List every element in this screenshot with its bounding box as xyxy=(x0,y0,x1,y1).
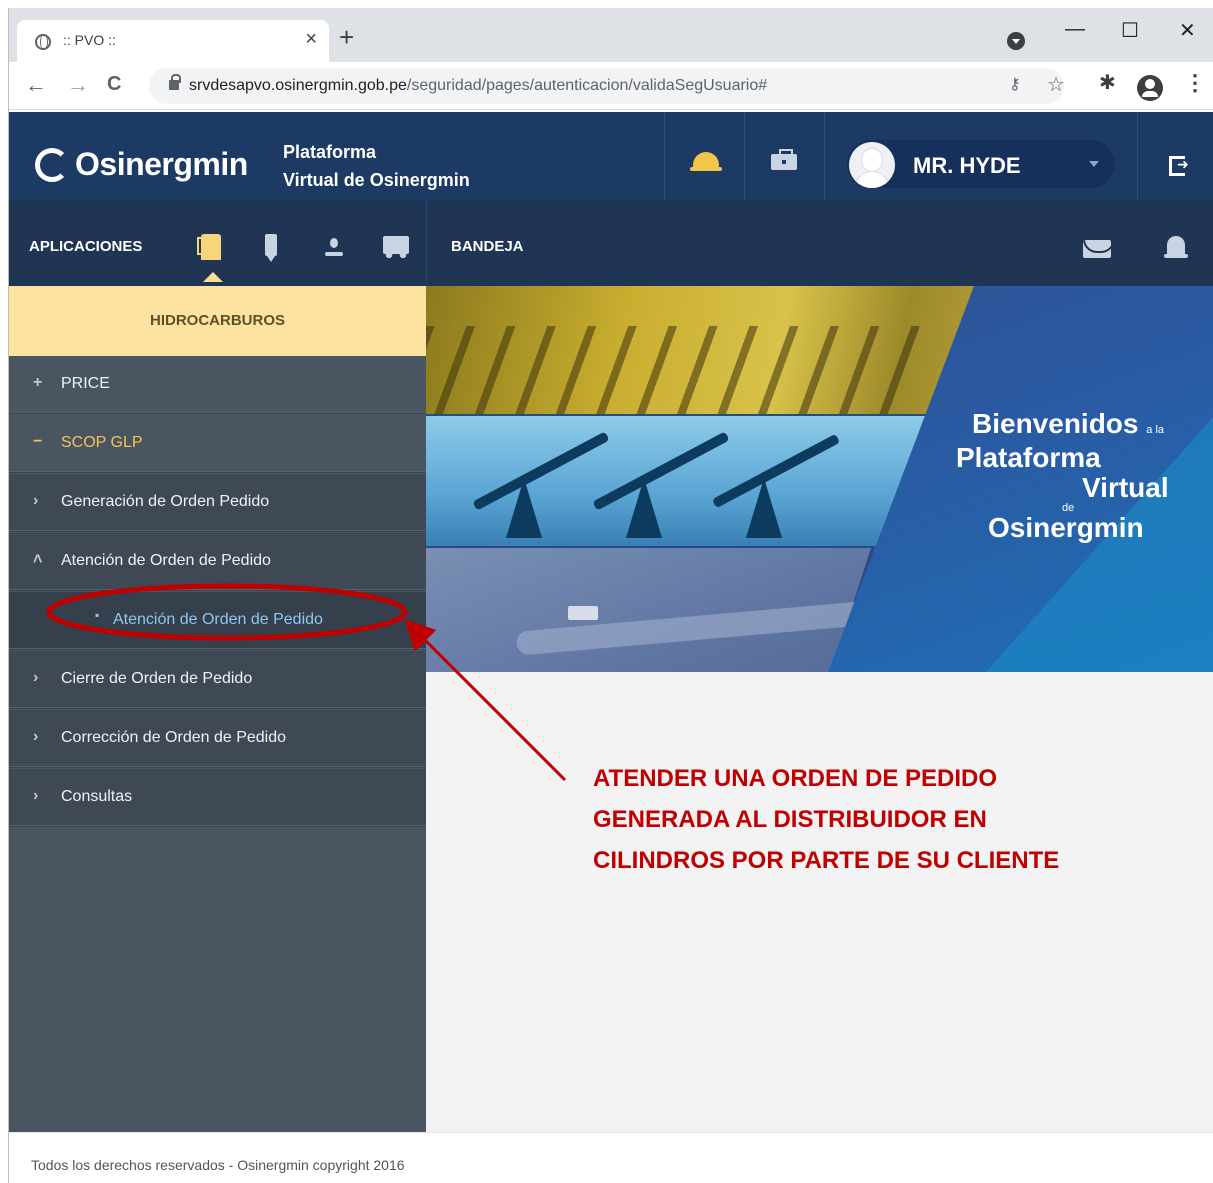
sidebar-item-consultas[interactable]: › Consultas xyxy=(9,769,426,827)
mail-icon[interactable] xyxy=(1083,240,1111,258)
caret-down-icon xyxy=(1089,161,1099,167)
browser-tab[interactable]: :: PVO :: × xyxy=(17,20,329,62)
url-path: /seguridad/pages/autenticacion/validaSeg… xyxy=(406,77,768,94)
gas-drop-icon[interactable] xyxy=(325,238,343,256)
annotation-line3: CILINDROS POR PARTE DE SU CLIENTE xyxy=(593,847,1060,874)
dam-spillway-image xyxy=(426,326,926,414)
platform-title-line1: Plataforma xyxy=(283,142,377,162)
welcome-small: a la xyxy=(1146,424,1165,436)
tab-close-icon[interactable]: × xyxy=(305,28,317,51)
tab-title: :: PVO :: xyxy=(63,32,116,48)
sidebar-item-label: Atención de Orden de Pedido xyxy=(61,552,271,569)
sidebar-subitem-atencion-orden[interactable]: ▪ Atención de Orden de Pedido xyxy=(9,592,426,650)
platform-title: Plataforma Virtual de Osinergmin xyxy=(283,138,470,194)
chevron-up-icon: ˄ xyxy=(33,551,43,568)
maximize-button[interactable]: ☐ xyxy=(1121,18,1139,43)
osinergmin-logo-icon xyxy=(35,148,69,182)
annotation-line1: ATENDER UNA ORDEN DE PEDIDO xyxy=(593,765,998,792)
tab-search-icon[interactable] xyxy=(1007,32,1025,50)
sidebar-item-label: Consultas xyxy=(61,788,133,805)
chevron-right-icon: › xyxy=(33,787,39,804)
welcome-banner: Bienvenidos a la Plataforma Virtual de O… xyxy=(426,286,1213,672)
electricity-icon[interactable] xyxy=(265,234,277,262)
sidebar: HIDROCARBUROS + PRICE − SCOP GLP › Gener… xyxy=(9,286,426,1132)
sidebar-item-label: PRICE xyxy=(61,375,110,392)
sidebar-item-price[interactable]: + PRICE xyxy=(9,356,426,414)
sidebar-item-label: Atención de Orden de Pedido xyxy=(113,611,323,628)
sidebar-item-generacion-orden[interactable]: › Generación de Orden Pedido xyxy=(9,474,426,532)
annotation-line2: GENERADA AL DISTRIBUIDOR EN xyxy=(593,806,987,833)
address-bar[interactable]: srvdesapvo.osinergmin.gob.pe/seguridad/p… xyxy=(149,68,1065,104)
chevron-right-icon: › xyxy=(33,669,39,686)
logo-text[interactable]: Osinergmin xyxy=(75,146,248,183)
bell-icon[interactable] xyxy=(1164,236,1188,258)
url-text[interactable]: srvdesapvo.osinergmin.gob.pe/seguridad/p… xyxy=(189,77,767,95)
sidebar-section-title: HIDROCARBUROS xyxy=(150,312,285,329)
key-icon[interactable]: ⚷ xyxy=(1009,74,1021,94)
logout-icon[interactable] xyxy=(1169,156,1189,176)
chevron-right-icon: › xyxy=(33,492,39,509)
bullet-icon: ▪ xyxy=(95,608,100,622)
app-header: Osinergmin Plataforma Virtual de Osinerg… xyxy=(9,112,1213,200)
sidebar-item-scop-glp[interactable]: − SCOP GLP xyxy=(9,415,426,473)
welcome-word: Bienvenidos xyxy=(972,408,1139,439)
header-divider xyxy=(664,112,665,200)
header-divider xyxy=(824,112,825,200)
welcome-line3: Virtual xyxy=(1082,472,1169,503)
welcome-line4: Osinergmin xyxy=(988,512,1144,543)
minus-icon: − xyxy=(33,433,43,450)
nav-divider xyxy=(426,200,427,286)
url-host: srvdesapvo.osinergmin.gob.pe xyxy=(189,77,407,94)
bookmark-star-icon[interactable]: ☆ xyxy=(1047,72,1065,97)
tab-strip: :: PVO :: × + — ☐ ✕ xyxy=(9,8,1213,62)
header-divider xyxy=(744,112,745,200)
platform-title-line2: Virtual de Osinergmin xyxy=(283,170,470,190)
sidebar-item-cierre-orden[interactable]: › Cierre de Orden de Pedido xyxy=(9,651,426,709)
forward-button[interactable]: → xyxy=(67,72,89,98)
applications-label: APLICACIONES xyxy=(29,238,143,255)
chevron-right-icon: › xyxy=(33,728,39,745)
user-menu[interactable]: MR. HYDE xyxy=(847,140,1115,188)
main-content: Bienvenidos a la Plataforma Virtual de O… xyxy=(426,286,1213,1132)
inbox-label[interactable]: BANDEJA xyxy=(451,238,524,255)
window-close-button[interactable]: ✕ xyxy=(1179,18,1196,43)
sidebar-item-label: Generación de Orden Pedido xyxy=(61,493,270,510)
plus-icon: + xyxy=(33,374,43,391)
page-footer: Todos los derechos reservados - Osinergm… xyxy=(9,1132,1213,1183)
extensions-icon[interactable]: ✱ xyxy=(1099,70,1116,95)
header-divider xyxy=(1137,112,1138,200)
sidebar-section-header: HIDROCARBUROS xyxy=(9,286,426,356)
user-avatar xyxy=(849,142,895,188)
sidebar-item-label: SCOP GLP xyxy=(61,434,143,451)
lock-icon[interactable] xyxy=(169,74,181,90)
user-name: MR. HYDE xyxy=(913,153,1021,178)
globe-icon xyxy=(35,34,51,50)
browser-menu-icon[interactable]: ⋮ xyxy=(1184,70,1206,96)
briefcase-icon[interactable] xyxy=(771,149,797,170)
app-nav-bar: APLICACIONES BANDEJA xyxy=(9,200,1213,286)
sidebar-item-label: Cierre de Orden de Pedido xyxy=(61,670,253,687)
sidebar-item-correccion-orden[interactable]: › Corrección de Orden de Pedido xyxy=(9,710,426,768)
footer-copyright: Todos los derechos reservados - Osinergm… xyxy=(31,1157,405,1173)
active-indicator xyxy=(203,272,223,282)
sidebar-item-label: Corrección de Orden de Pedido xyxy=(61,729,287,746)
welcome-line1: Bienvenidos a la xyxy=(972,408,1164,440)
annotation-callout: ATENDER UNA ORDEN DE PEDIDO GENERADA AL … xyxy=(593,758,1059,881)
sidebar-item-atencion-orden[interactable]: ˄ Atención de Orden de Pedido xyxy=(9,533,426,591)
minimize-button[interactable]: — xyxy=(1065,18,1085,41)
browser-window: :: PVO :: × + — ☐ ✕ ← → C srvdesapvo.osi… xyxy=(8,8,1213,1183)
welcome-line2: Plataforma xyxy=(956,442,1101,473)
fuel-pump-icon[interactable] xyxy=(197,234,221,260)
new-tab-button[interactable]: + xyxy=(339,22,354,53)
mining-truck-icon[interactable] xyxy=(383,236,409,258)
mining-truck-image xyxy=(568,606,598,620)
browser-toolbar: ← → C srvdesapvo.osinergmin.gob.pe/segur… xyxy=(9,62,1213,110)
profile-avatar-icon[interactable] xyxy=(1137,75,1163,101)
back-button[interactable]: ← xyxy=(25,72,47,98)
helmet-icon[interactable] xyxy=(690,152,722,171)
reload-button[interactable]: C xyxy=(107,73,121,96)
